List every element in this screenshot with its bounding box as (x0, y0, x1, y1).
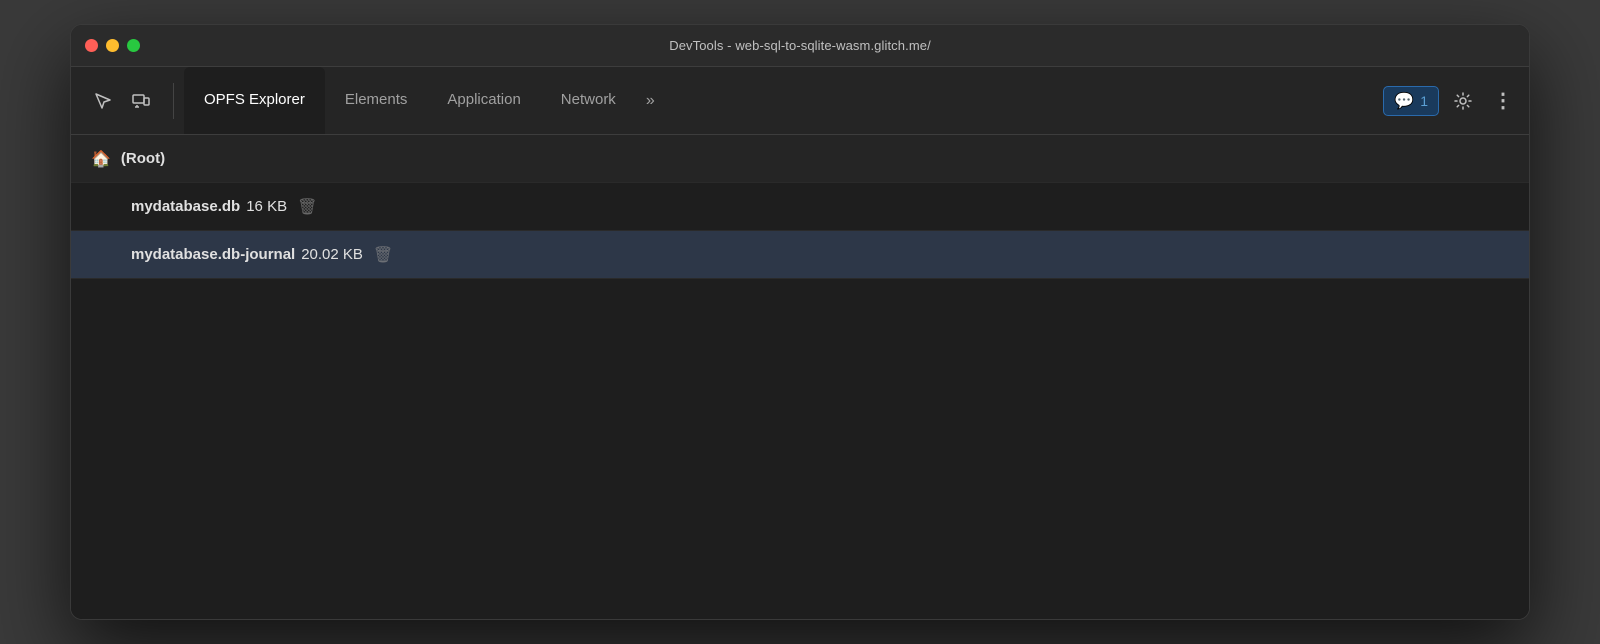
toolbar-divider (173, 83, 174, 119)
window-title: DevTools - web-sql-to-sqlite-wasm.glitch… (669, 38, 931, 53)
tab-application[interactable]: Application (427, 67, 540, 134)
toolbar-right: 💬 1 ⋮ (1383, 85, 1519, 117)
tree-root-row[interactable]: 🏠 (Root) (71, 135, 1529, 183)
device-emulation-button[interactable] (125, 85, 157, 117)
delete-icon-2[interactable]: 🗑 (373, 245, 393, 265)
minimize-button[interactable] (106, 39, 119, 52)
more-options-icon: ⋮ (1493, 88, 1513, 113)
notifications-badge-button[interactable]: 💬 1 (1383, 86, 1439, 116)
empty-content-area (71, 279, 1529, 619)
tab-network[interactable]: Network (541, 67, 636, 134)
inspect-element-button[interactable] (87, 85, 119, 117)
file-size-1: 16 KB (246, 198, 287, 215)
tab-elements[interactable]: Elements (325, 67, 428, 134)
maximize-button[interactable] (127, 39, 140, 52)
home-icon: 🏠 (91, 149, 111, 169)
delete-icon-1[interactable]: 🗑 (297, 197, 317, 217)
tab-bar: OPFS Explorer Elements Application Netwo… (184, 67, 1379, 134)
close-button[interactable] (85, 39, 98, 52)
file-size-2: 20.02 KB (301, 246, 363, 263)
notification-icon: 💬 (1394, 91, 1414, 111)
notification-count: 1 (1420, 93, 1428, 109)
devtools-window: DevTools - web-sql-to-sqlite-wasm.glitch… (70, 24, 1530, 620)
toolbar: OPFS Explorer Elements Application Netwo… (71, 67, 1529, 135)
settings-button[interactable] (1447, 85, 1479, 117)
list-item[interactable]: mydatabase.db 16 KB 🗑 (71, 183, 1529, 231)
content-area: 🏠 (Root) mydatabase.db 16 KB 🗑 mydatabas… (71, 135, 1529, 619)
more-options-button[interactable]: ⋮ (1487, 85, 1519, 117)
toolbar-icons (81, 85, 163, 117)
file-name-1: mydatabase.db (131, 198, 240, 215)
more-tabs-button[interactable]: » (636, 92, 665, 110)
file-tree: 🏠 (Root) mydatabase.db 16 KB 🗑 mydatabas… (71, 135, 1529, 279)
file-name-2: mydatabase.db-journal (131, 246, 295, 263)
list-item[interactable]: mydatabase.db-journal 20.02 KB 🗑 (71, 231, 1529, 279)
tab-opfs-explorer[interactable]: OPFS Explorer (184, 67, 325, 134)
root-label: (Root) (121, 150, 165, 167)
titlebar: DevTools - web-sql-to-sqlite-wasm.glitch… (71, 25, 1529, 67)
traffic-lights (85, 39, 140, 52)
